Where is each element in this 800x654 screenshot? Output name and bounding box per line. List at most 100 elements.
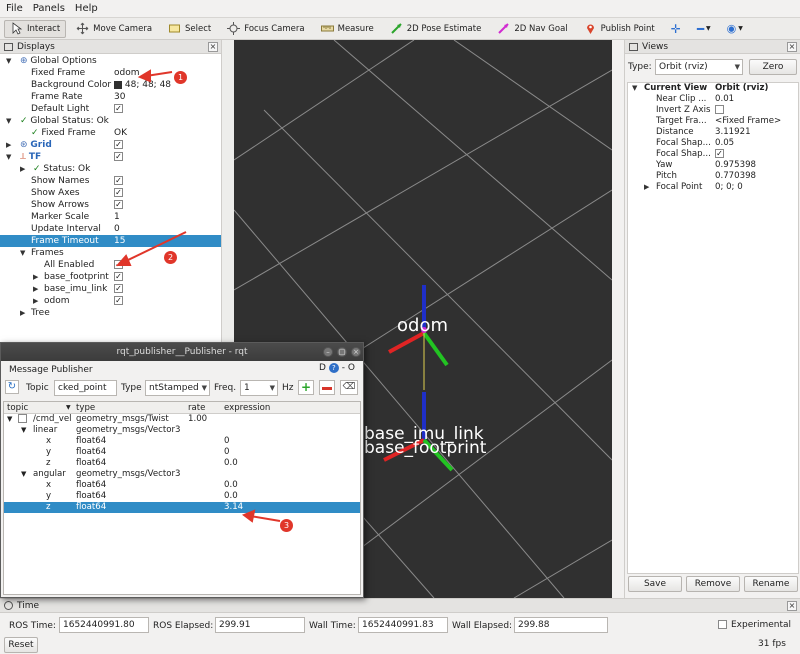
remove-button[interactable]: Remove <box>686 576 740 592</box>
tree-row-tf-status[interactable]: ▶ ✓ Status: Ok <box>0 163 222 175</box>
tree-row-tree[interactable]: ▶ Tree <box>0 307 222 319</box>
close-icon[interactable]: × <box>787 601 797 611</box>
tree-row-update-interval[interactable]: Update Interval 0 <box>0 223 222 235</box>
tree-row-frame-rate[interactable]: Frame Rate 30 <box>0 91 222 103</box>
chevron-right-icon[interactable]: ▶ <box>20 163 25 175</box>
view-type-select[interactable]: Orbit (rviz) ▼ <box>655 59 743 75</box>
base-footprint-checkbox[interactable]: ✓ <box>114 272 123 281</box>
chevron-right-icon[interactable]: ▶ <box>33 283 38 295</box>
cell-expression[interactable]: 0.0 <box>224 458 238 469</box>
refresh-button[interactable]: ↻ <box>5 380 19 394</box>
ros-time-field[interactable]: 1652440991.80 <box>59 617 149 633</box>
add-publisher-button[interactable]: + <box>298 380 314 395</box>
minimize-icon[interactable]: – <box>323 347 333 357</box>
zero-button[interactable]: Zero <box>749 59 797 75</box>
cell-expression[interactable]: 0.0 <box>224 491 238 502</box>
select-tool-button[interactable]: Select <box>162 20 217 38</box>
cell-expression[interactable]: 0 <box>224 436 229 447</box>
row-value[interactable]: 0.975398 <box>715 160 756 171</box>
tree-row-grid[interactable]: ▶ ⊛ Grid ✓ <box>0 139 222 151</box>
all-enabled-checkbox[interactable]: ✓ <box>114 260 123 269</box>
save-button[interactable]: Save <box>628 576 682 592</box>
frame-rate-value[interactable]: 30 <box>114 91 125 103</box>
tf-checkbox[interactable]: ✓ <box>114 152 123 161</box>
publish-checkbox[interactable] <box>18 414 27 423</box>
dock-d-icon[interactable]: D <box>319 363 326 373</box>
interact-tool-button[interactable]: Interact <box>4 19 67 38</box>
table-row[interactable]: ▼ /cmd_vel geometry_msgs/Twist 1.00 <box>4 414 360 425</box>
show-arrows-checkbox[interactable]: ✓ <box>114 200 123 209</box>
tree-row-show-axes[interactable]: Show Axes ✓ <box>0 187 222 199</box>
background-color-value[interactable]: 48; 48; 48 <box>125 80 171 90</box>
chevron-right-icon[interactable]: ▶ <box>20 307 25 319</box>
tree-row-base-footprint[interactable]: ▶ base_footprint ✓ <box>0 271 222 283</box>
chevron-down-icon[interactable]: ▼ <box>7 414 12 425</box>
menu-file[interactable]: File <box>6 3 23 14</box>
odom-checkbox[interactable]: ✓ <box>114 296 123 305</box>
tree-row-fixed-frame[interactable]: Fixed Frame odom <box>0 67 222 79</box>
chevron-down-icon[interactable]: ▼ <box>632 83 637 94</box>
tree-row-all-enabled[interactable]: All Enabled ✓ <box>0 259 222 271</box>
row-value[interactable]: 0.770398 <box>715 171 756 182</box>
base-imu-link-checkbox[interactable]: ✓ <box>114 284 123 293</box>
table-row[interactable]: z float64 0.0 <box>4 458 360 469</box>
remove-tool-button[interactable]: ━ ▼ <box>691 20 717 38</box>
color-swatch[interactable] <box>114 80 122 89</box>
cell-expression[interactable]: 3.14 <box>224 502 243 513</box>
publish-point-tool-button[interactable]: Publish Point <box>578 20 661 38</box>
tree-row-odom[interactable]: ▶ odom ✓ <box>0 295 222 307</box>
close-icon[interactable]: × <box>351 347 361 357</box>
chevron-down-icon[interactable]: ▼ <box>6 55 11 67</box>
wall-elapsed-field[interactable]: 299.88 <box>514 617 608 633</box>
options-icon[interactable]: O <box>348 363 355 373</box>
table-row[interactable]: x float64 0.0 <box>4 480 360 491</box>
topic-combobox[interactable]: cked_point <box>54 380 117 396</box>
reset-button[interactable]: Reset <box>4 637 38 653</box>
row-value[interactable]: 0.01 <box>715 94 734 105</box>
tree-row-global-options[interactable]: ▼ ⊕ Global Options <box>0 55 222 67</box>
chevron-down-icon[interactable]: ▼ <box>21 469 26 480</box>
clear-button[interactable]: ⌫ <box>340 380 358 395</box>
view-row-distance[interactable]: Distance 3.11921 <box>628 127 798 138</box>
focal-shape-checkbox[interactable]: ✓ <box>715 149 724 158</box>
close-icon[interactable]: × <box>787 42 797 52</box>
chevron-down-icon[interactable]: ▼ <box>20 247 25 259</box>
tree-row-tf[interactable]: ▼ ⟂ TF ✓ <box>0 151 222 163</box>
view-row-pitch[interactable]: Pitch 0.770398 <box>628 171 798 182</box>
table-row[interactable]: ▼ angular geometry_msgs/Vector3 <box>4 469 360 480</box>
frame-timeout-value[interactable]: 15 <box>114 235 125 247</box>
col-header-expression[interactable]: expression <box>224 402 270 414</box>
rename-button[interactable]: Rename <box>744 576 798 592</box>
tree-row-global-status[interactable]: ▼ ✓ Global Status: Ok <box>0 115 222 127</box>
help-icon[interactable]: ? <box>328 363 339 373</box>
nav-goal-tool-button[interactable]: 2D Nav Goal <box>491 20 573 38</box>
chevron-down-icon[interactable]: ▼ <box>6 151 11 163</box>
cell-rate[interactable]: 1.00 <box>188 414 207 425</box>
focus-camera-tool-button[interactable]: Focus Camera <box>221 20 310 38</box>
close-icon[interactable]: × <box>208 42 218 52</box>
maximize-icon[interactable]: □ <box>337 347 347 357</box>
table-row[interactable]: ▼ linear geometry_msgs/Vector3 <box>4 425 360 436</box>
view-row-focal-shape-size[interactable]: Focal Shap... 0.05 <box>628 138 798 149</box>
update-interval-value[interactable]: 0 <box>114 223 120 235</box>
experimental-checkbox[interactable] <box>718 620 727 629</box>
tree-row-status-fixed-frame[interactable]: ✓ Fixed Frame OK <box>0 127 222 139</box>
tree-row-show-names[interactable]: Show Names ✓ <box>0 175 222 187</box>
col-header-rate[interactable]: rate <box>188 402 205 414</box>
add-tool-button[interactable]: ✛ <box>665 20 687 38</box>
default-light-checkbox[interactable]: ✓ <box>114 104 123 113</box>
table-row[interactable]: y float64 0 <box>4 447 360 458</box>
move-camera-tool-button[interactable]: Move Camera <box>70 20 158 38</box>
view-row-yaw[interactable]: Yaw 0.975398 <box>628 160 798 171</box>
show-axes-checkbox[interactable]: ✓ <box>114 188 123 197</box>
row-value[interactable]: 0.05 <box>715 138 734 149</box>
cell-expression[interactable]: 0.0 <box>224 480 238 491</box>
freq-combobox[interactable]: 1 ▼ <box>240 380 278 396</box>
tool-properties-button[interactable]: ◉ ▼ <box>721 20 749 38</box>
wall-time-field[interactable]: 1652440991.83 <box>358 617 448 633</box>
pose-estimate-tool-button[interactable]: 2D Pose Estimate <box>384 20 488 38</box>
grid-checkbox[interactable]: ✓ <box>114 140 123 149</box>
view-row-near-clip[interactable]: Near Clip ... 0.01 <box>628 94 798 105</box>
view-row-focal-point[interactable]: ▶ Focal Point 0; 0; 0 <box>628 182 798 193</box>
tree-row-show-arrows[interactable]: Show Arrows ✓ <box>0 199 222 211</box>
